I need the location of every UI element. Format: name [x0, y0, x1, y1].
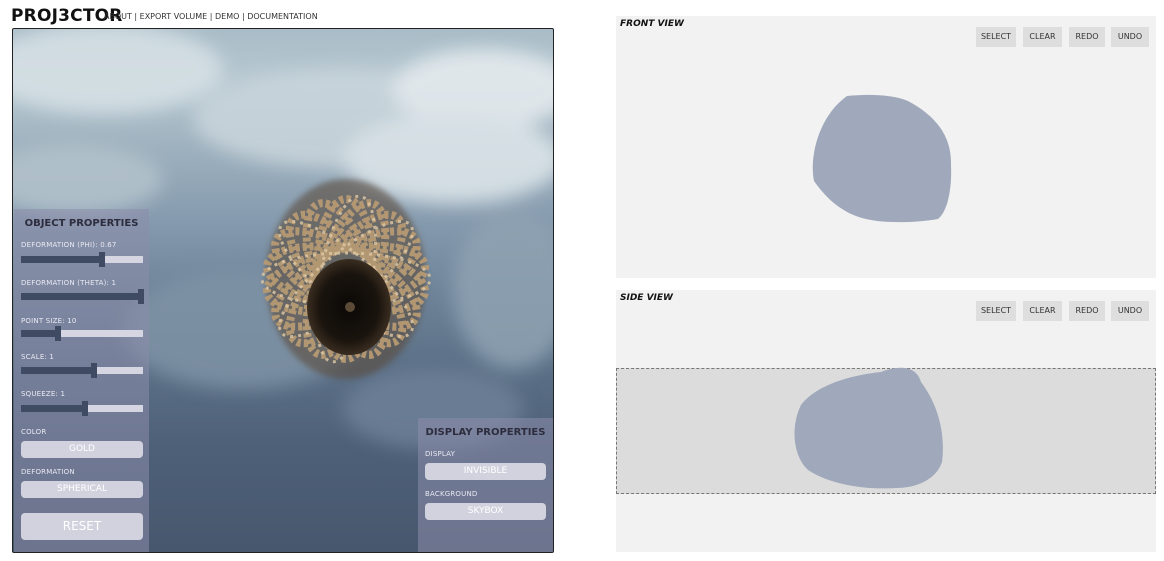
- display-label: DISPLAY: [425, 450, 456, 458]
- nav-docs-link[interactable]: DOCUMENTATION: [247, 12, 317, 21]
- point-size-slider[interactable]: [21, 326, 143, 341]
- side-shape: [794, 367, 943, 489]
- slider-thumb[interactable]: [82, 401, 88, 416]
- nav-separator: |: [207, 12, 215, 21]
- slider-thumb[interactable]: [91, 363, 97, 378]
- front-view-drawing: [812, 94, 952, 223]
- squeeze-label: SQUEEZE: 1: [21, 390, 66, 398]
- slider-thumb[interactable]: [55, 326, 61, 341]
- slider-thumb[interactable]: [138, 289, 144, 304]
- 3d-viewport[interactable]: OBJECT PROPERTIES DEFORMATION (PHI): 0.6…: [12, 28, 554, 553]
- deformation-label: DEFORMATION: [21, 468, 75, 476]
- point-size-label: POINT SIZE: 10: [21, 317, 77, 325]
- color-label: COLOR: [21, 428, 47, 436]
- slider-fill: [21, 367, 95, 374]
- front-shape: [812, 94, 952, 223]
- display-select-button[interactable]: INVISIBLE: [425, 463, 546, 480]
- background-select-button[interactable]: SKYBOX: [425, 503, 546, 520]
- object-properties-title: OBJECT PROPERTIES: [24, 218, 139, 229]
- scale-label: SCALE: 1: [21, 353, 55, 361]
- nav-export-link[interactable]: EXPORT VOLUME: [140, 12, 208, 21]
- deformation-theta-label: DEFORMATION (THETA): 1: [21, 279, 117, 287]
- side-view-canvas[interactable]: SIDE VIEW SELECT CLEAR REDO UNDO: [616, 290, 1156, 552]
- object-properties-panel: OBJECT PROPERTIES DEFORMATION (PHI): 0.6…: [14, 209, 149, 552]
- squeeze-slider[interactable]: [21, 401, 143, 416]
- scale-slider[interactable]: [21, 363, 143, 378]
- color-select-button[interactable]: GOLD: [21, 441, 143, 458]
- side-view-drawing: [794, 367, 943, 489]
- top-nav: ABOUT | EXPORT VOLUME | DEMO | DOCUMENTA…: [104, 12, 318, 21]
- slider-thumb[interactable]: [99, 252, 105, 267]
- slider-fill: [21, 293, 143, 300]
- nav-demo-link[interactable]: DEMO: [215, 12, 239, 21]
- slider-fill: [21, 405, 86, 412]
- nav-about-link[interactable]: ABOUT: [104, 12, 132, 21]
- reset-button[interactable]: RESET: [21, 513, 143, 540]
- front-view-canvas[interactable]: FRONT VIEW SELECT CLEAR REDO UNDO: [616, 16, 1156, 278]
- deformation-theta-slider[interactable]: [21, 289, 144, 304]
- nav-separator: |: [131, 12, 140, 21]
- deformation-select-button[interactable]: SPHERICAL: [21, 481, 143, 498]
- display-properties-panel: DISPLAY PROPERTIES DISPLAY INVISIBLE BAC…: [418, 418, 553, 552]
- background-label: BACKGROUND: [425, 490, 478, 498]
- deformation-phi-label: DEFORMATION (PHI): 0.67: [21, 241, 117, 249]
- display-properties-title: DISPLAY PROPERTIES: [425, 427, 546, 438]
- slider-fill: [21, 256, 103, 263]
- deformation-phi-slider[interactable]: [21, 252, 143, 267]
- slider-fill: [21, 330, 58, 337]
